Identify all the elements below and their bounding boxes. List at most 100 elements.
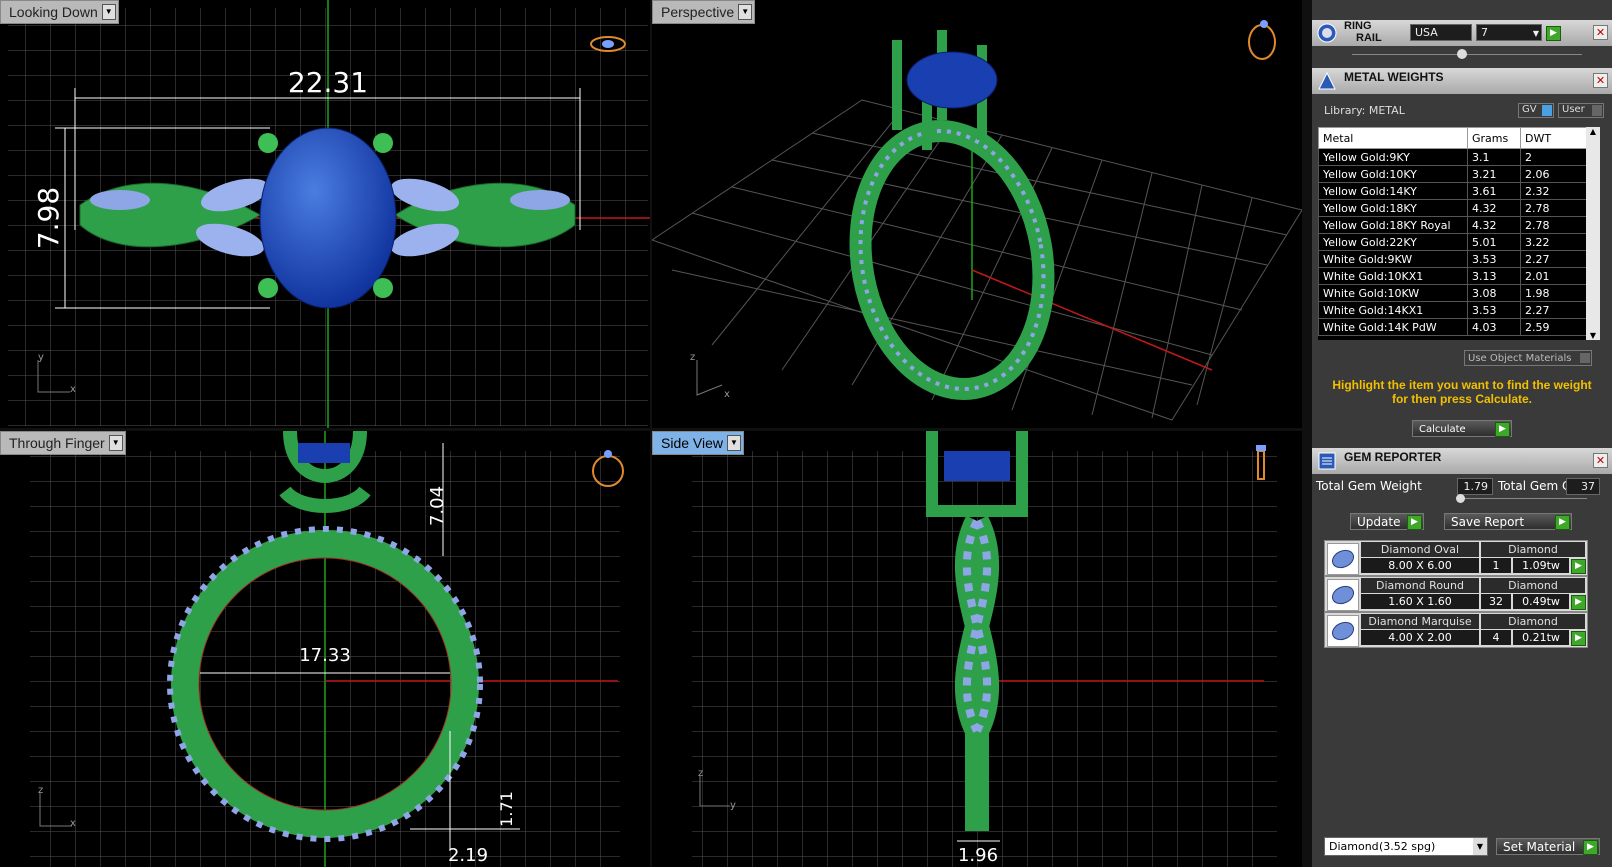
gv-toggle[interactable]: GV (1518, 103, 1554, 118)
viewport-label[interactable]: Side View ▼ (652, 431, 745, 455)
ring-rail-slider-handle[interactable] (1457, 49, 1467, 59)
gem-item[interactable]: Diamond Round Diamond 1.60 X 1.60 32 0.49tw ▶ (1324, 576, 1588, 612)
material-select-value: Diamond (1329, 840, 1379, 853)
dim-diameter: 17.33 (299, 645, 351, 666)
gem-weight: 1.09tw (1513, 558, 1569, 573)
gem-name: Diamond Oval (1361, 542, 1479, 557)
play-icon: ▶ (1555, 515, 1570, 530)
ring-rail-go-button[interactable]: ▶ (1546, 26, 1561, 41)
ring-size-select[interactable]: 7 ▼ (1476, 24, 1542, 41)
axis-z-label: z (38, 785, 43, 796)
chevron-down-icon[interactable]: ▼ (727, 435, 742, 451)
scale-icon (1318, 71, 1336, 90)
metal-row[interactable]: Yellow Gold:9KY 3.1 2 (1318, 148, 1588, 166)
use-object-materials-label: Use Object Materials (1468, 353, 1572, 364)
metal-row[interactable]: White Gold:14KX1 3.53 2.27 (1318, 301, 1588, 319)
close-icon[interactable]: ✕ (1593, 25, 1608, 40)
ring-view-icon[interactable] (1248, 20, 1276, 60)
axis-x-label: x (70, 384, 76, 395)
gem-slider-track[interactable] (1457, 498, 1587, 499)
metal-weights-title: METAL WEIGHTS (1344, 70, 1444, 84)
set-material-label: Set Material (1503, 840, 1576, 854)
close-icon[interactable]: ✕ (1593, 73, 1608, 88)
ring-rail-title-2: RAIL (1356, 32, 1382, 44)
set-material-button[interactable]: Set Material ▶ (1496, 838, 1600, 855)
chevron-down-icon[interactable]: ▼ (101, 4, 116, 20)
axis-x-label: x (70, 818, 76, 829)
dim-height: 7.98 (32, 187, 65, 249)
calculate-button[interactable]: Calculate ▶ (1412, 420, 1512, 437)
scroll-down-icon[interactable]: ▼ (1586, 331, 1600, 340)
metal-row[interactable]: Yellow Gold:14KY 3.61 2.32 (1318, 182, 1588, 200)
chevron-down-icon[interactable]: ▼ (108, 435, 123, 451)
viewport-looking-down[interactable]: Looking Down ▼ 22.31 7.98 y x (0, 0, 650, 428)
material-spg: (3.52 spg) (1379, 840, 1436, 853)
country-select[interactable]: USA (1410, 24, 1472, 41)
user-label: User (1562, 104, 1585, 115)
total-gem-weight-label: Total Gem Weight (1316, 479, 1422, 493)
user-toggle[interactable]: User (1558, 103, 1604, 118)
metal-table-scrollbar[interactable]: ▲ ▼ (1586, 127, 1600, 340)
chevron-down-icon[interactable]: ▼ (738, 4, 753, 20)
viewport-label[interactable]: Through Finger ▼ (0, 431, 126, 455)
ring-rail-slider-track[interactable] (1352, 54, 1582, 55)
gem-icon (1327, 543, 1359, 575)
gem-size: 4.00 X 2.00 (1361, 630, 1479, 645)
metal-row[interactable]: White Gold:10KW 3.08 1.98 (1318, 284, 1588, 302)
dim-small: 1.71 (497, 791, 516, 827)
viewport-canvas[interactable]: 22.31 7.98 y x (0, 0, 650, 428)
dwt-cell: 3.22 (1520, 233, 1588, 251)
gem-go-button[interactable]: ▶ (1571, 595, 1586, 610)
material-select[interactable]: Diamond (3.52 spg) ▼ (1324, 837, 1488, 856)
use-object-materials-indicator (1580, 353, 1590, 363)
viewport-label[interactable]: Looking Down ▼ (0, 0, 119, 24)
viewport-side-view[interactable]: Side View ▼ 1.96 z y (652, 431, 1302, 867)
close-icon[interactable]: ✕ (1593, 453, 1608, 468)
metal-row[interactable]: Yellow Gold:18KY Royal 4.32 2.78 (1318, 216, 1588, 234)
gem-item[interactable]: Diamond Oval Diamond 8.00 X 6.00 1 1.09tw ▶ (1324, 540, 1588, 576)
column-header[interactable]: DWT (1520, 127, 1588, 149)
user-toggle-indicator (1592, 105, 1602, 116)
metal-row[interactable]: Yellow Gold:18KY 4.32 2.78 (1318, 199, 1588, 217)
ring-rail-title: RING (1344, 20, 1372, 32)
gem-go-button[interactable]: ▶ (1571, 559, 1586, 574)
gem-size: 1.60 X 1.60 (1361, 594, 1479, 609)
gem-item[interactable]: Diamond Marquise Diamond 4.00 X 2.00 4 0.21t… (1324, 612, 1588, 648)
axis-x-label: x (724, 389, 730, 400)
metal-row[interactable]: White Gold:9KW 3.53 2.27 (1318, 250, 1588, 268)
save-report-button[interactable]: Save Report ▶ (1444, 513, 1572, 530)
dwt-cell: 2.27 (1520, 250, 1588, 268)
viewport-canvas[interactable]: z x (652, 0, 1302, 428)
viewport-label[interactable]: Perspective ▼ (652, 0, 756, 24)
grams-cell: 3.13 (1467, 267, 1521, 285)
viewport-title: Through Finger (9, 435, 105, 451)
column-header[interactable]: Metal (1318, 127, 1468, 149)
metal-table-container[interactable]: Metal Grams DWT Yellow Gold:9KY 3.1 2 Yello… (1318, 127, 1600, 340)
grams-cell: 3.1 (1467, 148, 1521, 166)
gem-count: 32 (1481, 594, 1511, 609)
viewport-perspective[interactable]: Perspective ▼ z x (652, 0, 1302, 428)
axis-y-label: y (38, 352, 44, 363)
metal-row[interactable]: White Gold:10KX1 3.13 2.01 (1318, 267, 1588, 285)
library-label: Library: METAL (1324, 104, 1405, 117)
metal-row[interactable]: Yellow Gold:22KY 5.01 3.22 (1318, 233, 1588, 251)
play-icon: ▶ (1495, 422, 1510, 437)
chevron-down-icon: ▼ (1532, 29, 1539, 38)
gem-slider-handle[interactable] (1456, 494, 1465, 503)
viewport-title: Looking Down (9, 4, 98, 20)
column-header[interactable]: Grams (1467, 127, 1521, 149)
metal-name-cell: White Gold:10KX1 (1318, 267, 1468, 285)
gem-count: 1 (1481, 558, 1511, 573)
chevron-down-icon: ▼ (1473, 838, 1487, 855)
scroll-up-icon[interactable]: ▲ (1586, 127, 1600, 136)
viewport-through-finger[interactable]: Through Finger ▼ 17.33 7.04 2.19 1.71 z … (0, 431, 650, 867)
metal-row[interactable]: Yellow Gold:10KY 3.21 2.06 (1318, 165, 1588, 183)
metal-name-cell: White Gold:10KW (1318, 284, 1468, 302)
update-button[interactable]: Update ▶ (1350, 513, 1424, 530)
use-object-materials-toggle[interactable]: Use Object Materials (1464, 350, 1592, 366)
gem-go-button[interactable]: ▶ (1571, 631, 1586, 646)
viewport-canvas[interactable]: 1.96 z y (652, 431, 1302, 867)
metal-row[interactable]: White Gold:14K PdW 4.03 2.59 (1318, 318, 1588, 336)
viewport-canvas[interactable]: 17.33 7.04 2.19 1.71 z x (0, 431, 650, 867)
metal-name-cell: Yellow Gold:22KY (1318, 233, 1468, 251)
